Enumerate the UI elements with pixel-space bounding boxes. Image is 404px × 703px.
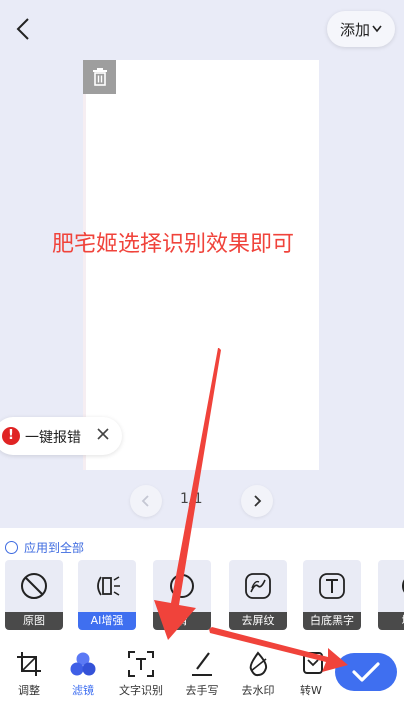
ai-enhance-icon <box>97 576 120 596</box>
tool-remove-watermark[interactable]: 去水印 <box>230 648 286 700</box>
document-page-preview[interactable] <box>83 60 319 470</box>
filter-label: AI增强 <box>78 612 136 630</box>
report-error-label: 一键报错 <box>25 430 81 446</box>
crop-icon <box>17 652 41 676</box>
radio-icon[interactable] <box>5 541 18 554</box>
chevron-down-icon <box>372 25 382 33</box>
chevron-left-icon <box>16 18 29 40</box>
filter-original[interactable]: 原图 <box>5 560 63 630</box>
next-page-button[interactable] <box>241 485 273 517</box>
filter-label: 原图 <box>5 612 63 630</box>
filter-label: 增 <box>378 612 404 630</box>
filter-remove-moire[interactable]: 去屏纹 <box>229 560 287 630</box>
delete-page-button[interactable] <box>83 60 116 94</box>
alert-icon: ! <box>2 427 20 445</box>
text-t-icon <box>319 573 345 599</box>
trash-icon <box>92 68 107 86</box>
filter-label: 去屏纹 <box>229 612 287 630</box>
add-button-label: 添加 <box>339 20 370 39</box>
sharpen-icon <box>170 574 194 598</box>
chevron-right-icon <box>254 495 262 507</box>
checkmark-icon <box>352 662 380 682</box>
filter-icon <box>70 652 96 676</box>
filter-ai-enhance[interactable]: AI增强 <box>78 560 136 630</box>
previous-page-button[interactable] <box>130 485 162 517</box>
tool-filter[interactable]: 滤镜 <box>55 648 111 700</box>
add-button[interactable]: 添加 <box>327 11 395 47</box>
filter-sharpen[interactable]: 清 <box>153 560 211 630</box>
tool-label: 转W <box>300 684 322 697</box>
report-error-pill[interactable]: ! 一键报错 <box>0 417 122 455</box>
filter-strip: 原图 AI增强 清 去屏纹 白底黑字 <box>0 560 404 632</box>
tool-label: 去水印 <box>241 684 275 697</box>
no-filter-icon <box>21 573 47 599</box>
chevron-left-icon <box>141 495 149 507</box>
tool-ocr[interactable]: 文字识别 <box>113 648 169 700</box>
word-icon <box>303 652 323 674</box>
tool-label: 滤镜 <box>72 684 94 697</box>
filter-label: 白底黑字 <box>303 612 361 630</box>
page-edge <box>83 60 86 470</box>
apply-to-all-label: 应用到全部 <box>24 541 85 555</box>
tool-convert-word[interactable]: 转W <box>283 648 339 700</box>
ocr-icon <box>128 651 154 677</box>
confirm-button[interactable] <box>335 653 397 691</box>
close-icon[interactable] <box>96 427 110 441</box>
back-button[interactable] <box>10 14 36 44</box>
apply-to-all-toggle[interactable]: 应用到全部 <box>5 539 84 556</box>
drop-icon <box>249 651 268 677</box>
page-indicator: 1/1 <box>180 491 203 507</box>
tool-adjust[interactable]: 调整 <box>1 648 57 700</box>
filter-black-on-white[interactable]: 白底黑字 <box>303 560 361 630</box>
tool-label: 调整 <box>18 684 40 697</box>
tool-label: 文字识别 <box>119 684 163 697</box>
tool-label: 去手写 <box>185 684 219 697</box>
annotation-caption: 肥宅姬选择识别效果即可 <box>52 232 295 257</box>
tool-remove-handwriting[interactable]: 去手写 <box>174 648 230 700</box>
pen-icon <box>192 652 212 676</box>
enhance-icon <box>402 579 404 593</box>
top-bar: 添加 <box>0 0 404 56</box>
moire-icon <box>245 573 271 599</box>
filter-label: 清 <box>153 612 211 630</box>
filter-enhance[interactable]: 增 <box>378 560 404 630</box>
